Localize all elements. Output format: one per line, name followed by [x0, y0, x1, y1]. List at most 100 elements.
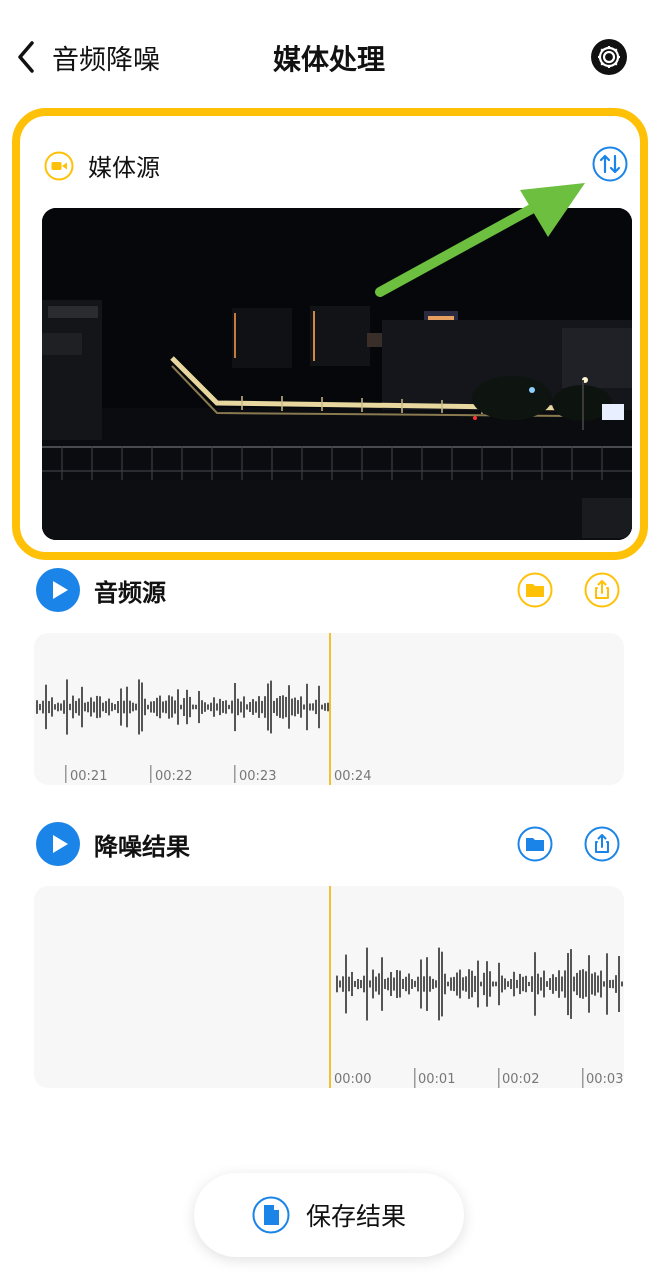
denoise-result-waveform[interactable]: 00:00 00:01 00:02 00:03 [34, 886, 624, 1088]
video-preview[interactable] [42, 208, 632, 540]
waveform-bar [609, 980, 611, 988]
waveform-bar [201, 700, 203, 714]
waveform-bar [282, 695, 284, 719]
folder-icon[interactable] [517, 826, 553, 862]
waveform-bar [171, 696, 173, 718]
waveform-bar [615, 975, 617, 993]
waveform-bar [261, 700, 263, 714]
waveform-bar [441, 951, 443, 1017]
waveform-bar [321, 704, 323, 710]
save-result-button[interactable]: 保存结果 [194, 1173, 464, 1257]
waveform-bar [252, 699, 254, 715]
waveform-bar [105, 701, 107, 713]
waveform-bar [84, 702, 86, 712]
waveform-bar [156, 697, 158, 717]
waveform-bar [411, 979, 413, 989]
waveform-bar [183, 698, 185, 716]
waveform-graphic [329, 886, 623, 1088]
waveform-bar [327, 702, 329, 712]
page-title: 媒体处理 [272, 43, 385, 76]
waveform-bar [279, 696, 281, 718]
waveform-bar [267, 683, 269, 731]
waveform-bar [234, 683, 236, 732]
waveform-bar [378, 973, 380, 995]
audio-tick-0: 00:21 [70, 769, 108, 784]
waveform-bar [351, 971, 353, 997]
folder-icon[interactable] [517, 572, 553, 608]
document-icon [252, 1196, 290, 1234]
waveform-bar [150, 701, 152, 713]
audio-tick-1: 00:22 [155, 769, 193, 784]
audio-tick-3: 00:24 [334, 769, 372, 784]
play-icon[interactable] [36, 568, 80, 612]
waveform-bar [159, 695, 161, 719]
waveform-bar [303, 704, 305, 710]
waveform-bar [417, 976, 419, 992]
waveform-bar [486, 961, 488, 1007]
waveform-bar [420, 959, 422, 1009]
result-tick-1: 00:01 [418, 1072, 456, 1087]
share-icon[interactable] [584, 826, 620, 862]
swap-vertical-icon[interactable] [592, 146, 628, 182]
waveform-bar [291, 698, 293, 716]
waveform-bar [621, 981, 623, 987]
share-icon[interactable] [584, 572, 620, 608]
waveform-bar [228, 704, 230, 710]
waveform-bar [297, 700, 299, 714]
waveform-bar [363, 975, 365, 993]
waveform-bar [126, 686, 128, 728]
waveform-bar [474, 975, 476, 992]
waveform-bar [585, 971, 587, 997]
waveform-bar [525, 975, 527, 993]
waveform-bar [207, 704, 209, 710]
waveform-bar [597, 975, 599, 993]
nav-bar: 音频降噪 媒体处理 [0, 0, 658, 112]
waveform-bar [564, 970, 566, 998]
waveform-bar [360, 980, 362, 989]
waveform-bar [48, 701, 50, 714]
waveform-bar [231, 700, 233, 714]
waveform-bar [75, 700, 77, 714]
waveform-bar [552, 974, 554, 994]
waveform-bar [405, 976, 407, 992]
waveform-bar [546, 981, 548, 987]
gear-icon[interactable] [590, 38, 628, 76]
waveform-bar [342, 976, 344, 992]
waveform-bar [516, 979, 518, 989]
waveform-bar [501, 975, 503, 993]
waveform-bar [471, 970, 473, 998]
waveform-bar [498, 962, 500, 1006]
waveform-bar [243, 696, 245, 718]
waveform-bar [42, 700, 44, 714]
waveform-bar [450, 977, 452, 991]
result-tick-0: 00:00 [334, 1072, 372, 1087]
waveform-bar [54, 704, 56, 710]
waveform-bar [294, 697, 296, 717]
waveform-bar [276, 698, 278, 716]
waveform-bar [618, 956, 620, 1012]
play-icon[interactable] [36, 822, 80, 866]
audio-source-waveform[interactable]: 00:21 00:22 00:23 00:24 [34, 633, 624, 785]
waveform-bar [87, 701, 89, 713]
waveform-bar [510, 979, 512, 989]
waveform-bar [111, 702, 113, 712]
waveform-bar [72, 695, 74, 719]
waveform-bar [132, 702, 134, 712]
waveform-bar [270, 680, 272, 734]
waveform-bar [456, 972, 458, 996]
waveform-bar [138, 679, 140, 735]
waveform-bar [90, 697, 92, 717]
waveform-bar [426, 957, 428, 1011]
waveform-bar [369, 980, 371, 988]
waveform-bar [324, 703, 326, 711]
waveform-bar [339, 980, 341, 988]
waveform-bar [336, 975, 338, 993]
waveform-bar [348, 976, 350, 992]
waveform-bar [522, 976, 524, 992]
waveform-bar [576, 972, 578, 996]
waveform-bar [153, 701, 155, 713]
waveform-bar [396, 970, 398, 998]
waveform-bar [591, 973, 593, 995]
waveform-bar [177, 689, 179, 725]
waveform-bar [249, 702, 251, 712]
